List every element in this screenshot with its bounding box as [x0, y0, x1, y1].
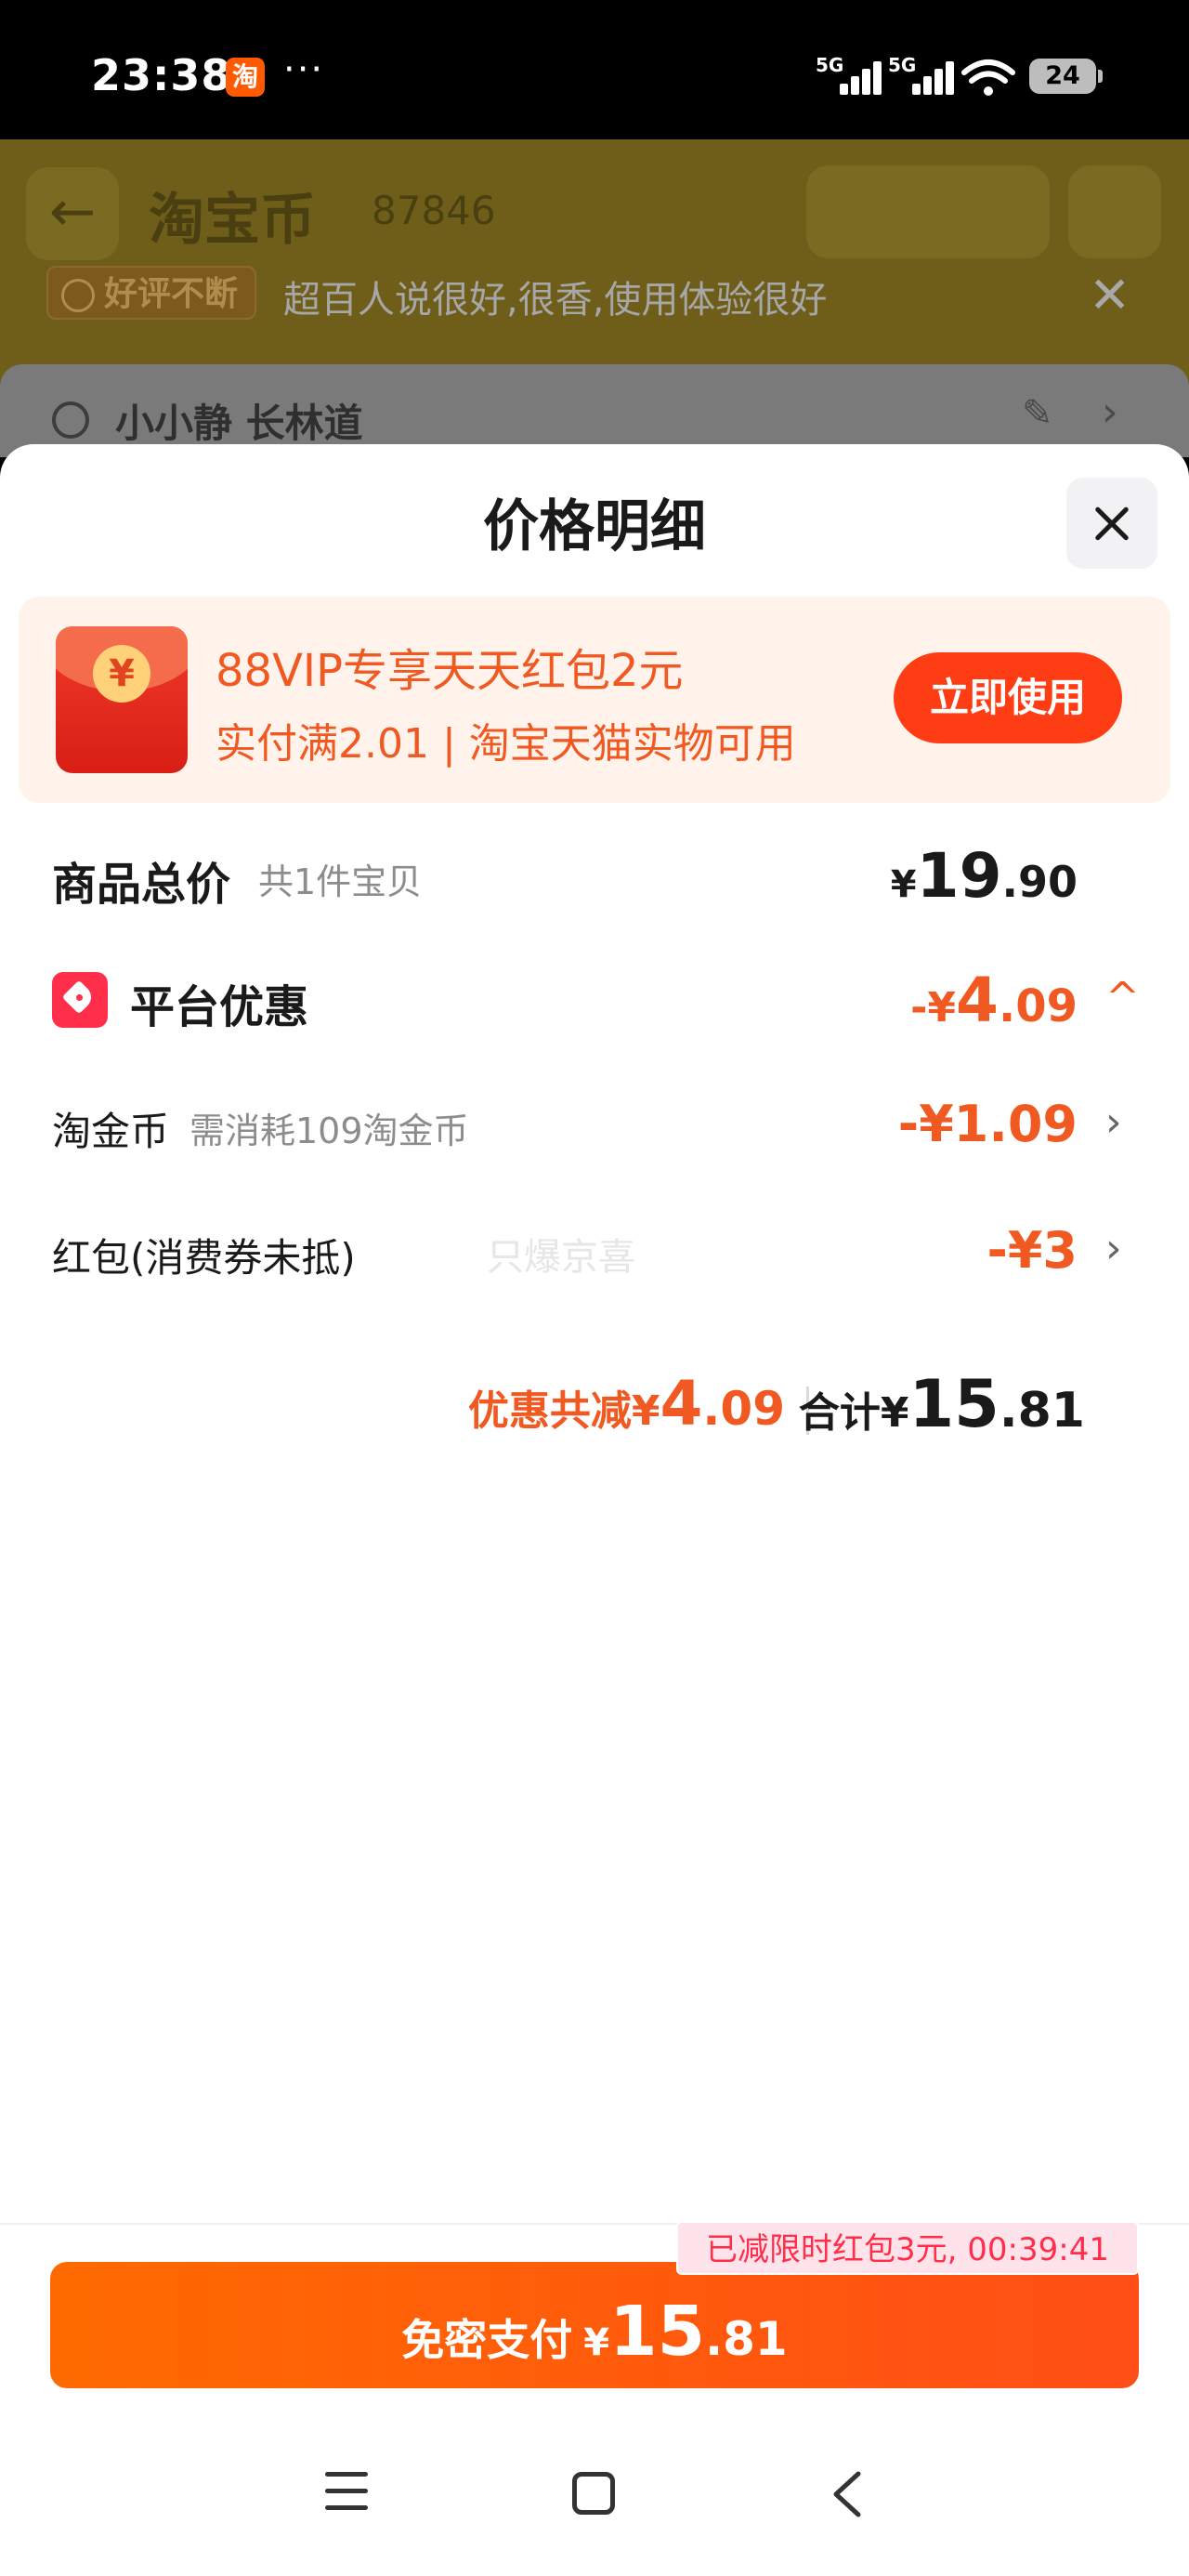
background-search-box — [806, 165, 1050, 258]
taobao-app-icon: 淘 — [226, 58, 265, 97]
limited-red-packet-timer: 已减限时红包3元, 00:39:41 — [676, 2221, 1139, 2275]
taojinbi-row[interactable]: 淘金币 需消耗109淘金币 -¥1.09 › — [0, 1095, 1189, 1160]
taojinbi-cost: 需消耗109淘金币 — [189, 1111, 469, 1151]
taojinbi-label: 淘金币 — [52, 1109, 170, 1154]
use-now-button[interactable]: 立即使用 — [894, 652, 1122, 743]
background-number: 87846 — [372, 188, 496, 233]
platform-discount-amount: -¥4.09 — [910, 965, 1078, 1036]
signal-icon: 5G — [888, 54, 954, 99]
goods-count: 共1件宝贝 — [258, 861, 423, 902]
red-packet-icon: ¥ — [56, 626, 188, 773]
promo-banner[interactable]: ¥ 88VIP专享天天红包2元 实付满2.01 | 淘宝天猫实物可用 立即使用 — [19, 597, 1170, 803]
address-text: 小小静 长林道 — [115, 401, 363, 446]
goods-total-label: 商品总价 — [52, 859, 231, 911]
system-navigation-bar — [0, 2435, 1189, 2576]
close-button[interactable] — [1066, 478, 1157, 569]
background-page-overlay: ← 淘宝币 87846 好评不断 超百人说很好,很香,使用体验很好 ✕ 小小静 … — [0, 139, 1189, 457]
battery-icon: 24 — [1029, 59, 1103, 94]
home-icon[interactable] — [572, 2472, 615, 2515]
platform-discount-row[interactable]: 平台优惠 -¥4.09 ^ — [0, 965, 1189, 1039]
close-icon: ✕ — [1089, 266, 1131, 324]
platform-discount-label: 平台优惠 — [130, 981, 309, 1033]
chevron-right-icon[interactable]: › — [1105, 1225, 1122, 1272]
chevron-right-icon: › — [1102, 388, 1118, 436]
faint-text: 只爆京喜 — [487, 1236, 635, 1279]
chevron-right-icon[interactable]: › — [1105, 1098, 1122, 1146]
back-icon[interactable] — [825, 2468, 871, 2520]
red-packet-label: 红包(消费券未抵) — [52, 1235, 356, 1281]
red-packet-amount: -¥3 — [986, 1221, 1078, 1280]
grand-total: 合计¥15.81 — [798, 1366, 1085, 1442]
status-bar: 23:38 淘 ··· 5G 5G 24 — [0, 0, 1189, 139]
clock: 23:38 — [91, 50, 232, 100]
coupon-tag-icon — [52, 972, 108, 1028]
signal-icon: 5G — [816, 54, 882, 99]
address-bar: 小小静 长林道 ✎ › — [0, 364, 1189, 457]
edit-icon: ✎ — [1022, 392, 1053, 435]
taojinbi-amount: -¥1.09 — [897, 1095, 1078, 1153]
red-packet-row[interactable]: 红包(消费券未抵) 只爆京喜 -¥3 › — [0, 1221, 1189, 1286]
review-text: 超百人说很好,很香,使用体验很好 — [283, 279, 828, 322]
summary-row: 优惠共减¥4.09 合计¥15.81 — [0, 1360, 1189, 1453]
background-cart-button — [1068, 165, 1161, 258]
background-title: 淘宝币 — [149, 188, 316, 253]
more-notifications-icon: ··· — [283, 48, 325, 91]
sheet-title: 价格明细 — [483, 494, 706, 559]
wifi-icon — [961, 59, 1015, 96]
goods-total-row: 商品总价 共1件宝贝 ¥19.90 — [0, 840, 1189, 914]
promo-title: 88VIP专享天天红包2元 — [216, 645, 684, 697]
collapse-icon[interactable]: ^ — [1105, 974, 1140, 1021]
password-free-pay-button[interactable]: 免密支付 ¥15.81 — [50, 2262, 1139, 2388]
good-review-tag: 好评不断 — [46, 266, 257, 320]
recent-apps-icon[interactable] — [325, 2472, 368, 2513]
status-icons: 5G 5G 24 — [816, 54, 1103, 99]
promo-condition: 实付满2.01 | 淘宝天猫实物可用 — [216, 720, 796, 768]
total-discount: 优惠共减¥4.09 — [467, 1368, 785, 1439]
goods-total-amount: ¥19.90 — [890, 840, 1078, 912]
back-arrow-icon: ← — [26, 167, 119, 260]
location-icon — [52, 401, 89, 439]
